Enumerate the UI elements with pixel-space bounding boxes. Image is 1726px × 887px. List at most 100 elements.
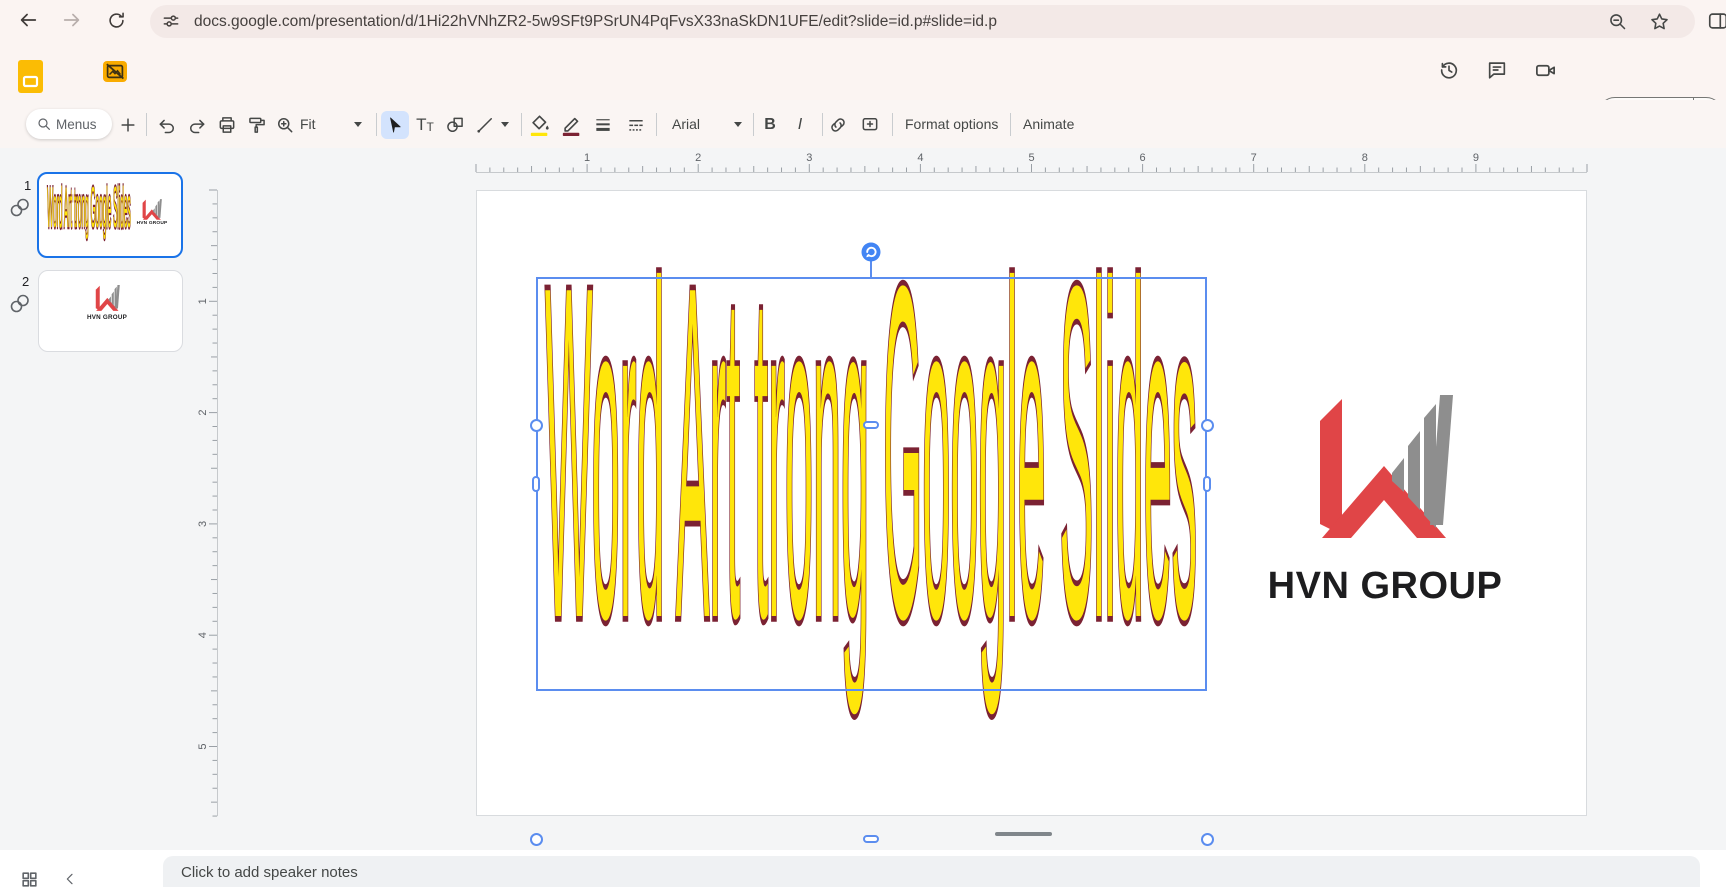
selection-handle-top-middle[interactable] xyxy=(863,421,879,429)
selection-handle-top-right[interactable] xyxy=(1200,418,1214,432)
paint-format-button[interactable] xyxy=(243,111,271,139)
text-box-button[interactable]: TT xyxy=(411,111,439,139)
speaker-notes-input[interactable]: Click to add speaker notes xyxy=(163,856,1700,887)
border-weight-button[interactable] xyxy=(589,111,617,139)
zoom-dropdown[interactable] xyxy=(354,122,362,127)
undo-button[interactable] xyxy=(153,111,181,139)
browser-forward-button[interactable] xyxy=(59,7,85,33)
status-badge xyxy=(103,61,127,82)
url-text: docs.google.com/presentation/d/1Hi22hVNh… xyxy=(194,13,997,30)
toolbar-divider xyxy=(1010,113,1011,136)
add-comment-button[interactable] xyxy=(856,111,884,139)
side-panel-icon xyxy=(1708,13,1726,29)
rotation-handle-stem xyxy=(870,261,872,278)
svg-text:3: 3 xyxy=(197,521,209,527)
toolbar-divider xyxy=(892,113,893,136)
chevron-left-icon[interactable] xyxy=(62,871,78,887)
cursor-arrow-icon xyxy=(390,117,401,133)
rotation-handle[interactable] xyxy=(860,241,882,263)
vertical-ruler: 1 2 3 4 5 xyxy=(197,189,218,817)
browser-reload-button[interactable] xyxy=(103,7,129,33)
format-options-button[interactable]: Format options xyxy=(905,111,998,138)
workspace: 1 2 3 4 5 6 7 8 9 1 2 3 4 5 1 Word Art trong Google … xyxy=(0,148,1726,850)
google-slides-logo-icon xyxy=(18,60,43,93)
site-settings-button[interactable] xyxy=(158,8,184,34)
svg-text:4: 4 xyxy=(917,152,923,164)
new-slide-button[interactable] xyxy=(114,111,142,139)
comment-add-icon xyxy=(862,118,878,131)
selection-handle-middle-left[interactable] xyxy=(532,476,540,492)
insert-shape-button[interactable] xyxy=(441,111,469,139)
svg-text:8: 8 xyxy=(1362,152,1368,164)
horizontal-scrollbar[interactable] xyxy=(995,832,1052,836)
insert-line-button[interactable] xyxy=(471,111,499,139)
border-dash-button[interactable] xyxy=(622,111,650,139)
svg-text:7: 7 xyxy=(1251,152,1257,164)
slide-thumbnail-1[interactable]: Word Art trong Google Slides HVN GROUP xyxy=(37,172,183,258)
slide-2-number: 2 xyxy=(22,274,30,289)
reload-icon xyxy=(108,12,124,28)
hvn-logo-text[interactable]: HVN GROUP xyxy=(1266,565,1504,608)
border-color-button[interactable] xyxy=(558,111,586,139)
zoom-level-select[interactable]: Fit xyxy=(300,111,316,138)
toolbar-divider xyxy=(656,113,657,136)
svg-text:6: 6 xyxy=(1140,152,1146,164)
grid-view-icon[interactable] xyxy=(20,870,39,887)
font-family-select[interactable]: Arial xyxy=(672,111,700,138)
border-pencil-icon xyxy=(562,117,580,136)
fill-color-button[interactable] xyxy=(526,111,554,139)
plus-icon xyxy=(121,118,135,132)
browser-zoom-out-button[interactable] xyxy=(1604,8,1630,34)
slide-thumbnail-2[interactable]: HVN GROUP xyxy=(38,270,183,352)
browser-chrome: docs.google.com/presentation/d/1Hi22hVNh… xyxy=(0,0,1726,45)
italic-button[interactable]: I xyxy=(786,111,814,139)
link-icon xyxy=(831,118,845,132)
search-icon xyxy=(38,118,50,130)
bookmark-star-button[interactable] xyxy=(1646,8,1672,34)
printer-icon xyxy=(219,117,235,133)
paint-roller-icon xyxy=(249,117,265,133)
undo-icon xyxy=(159,119,174,134)
hvn-logo-mark[interactable] xyxy=(1316,395,1454,539)
selection-handle-bottom-left[interactable] xyxy=(529,832,543,846)
toolbar-divider xyxy=(822,113,823,136)
bold-button[interactable]: B xyxy=(756,111,784,139)
animate-button[interactable]: Animate xyxy=(1023,111,1074,138)
toolbar-search-menus[interactable]: Menus xyxy=(26,109,112,139)
address-bar[interactable]: docs.google.com/presentation/d/1Hi22hVNh… xyxy=(150,5,1695,38)
speaker-notes-bar: Click to add speaker notes xyxy=(0,850,1726,887)
line-dropdown[interactable] xyxy=(501,122,509,127)
bold-icon: B xyxy=(764,116,776,133)
print-button[interactable] xyxy=(213,111,241,139)
font-dropdown[interactable] xyxy=(734,122,742,127)
toolbar-divider xyxy=(376,113,377,136)
svg-text:4: 4 xyxy=(197,632,209,638)
selection-handle-bottom-right[interactable] xyxy=(1200,832,1214,846)
svg-text:2: 2 xyxy=(197,410,209,416)
video-camera-icon xyxy=(1535,64,1555,76)
selection-handle-middle-right[interactable] xyxy=(1203,476,1211,492)
insert-link-button[interactable] xyxy=(824,111,852,139)
zoom-in-icon xyxy=(278,118,293,133)
svg-text:5: 5 xyxy=(1028,152,1034,164)
image-disabled-icon xyxy=(103,61,127,82)
zoom-button[interactable] xyxy=(271,111,299,139)
svg-text:Word Art trong Google Slides: Word Art trong Google Slides xyxy=(47,175,131,240)
text-box-icon: T xyxy=(416,115,427,134)
toolbar-divider xyxy=(146,113,147,136)
zoom-out-icon xyxy=(1609,13,1625,29)
side-panel-button[interactable] xyxy=(1705,8,1726,34)
redo-button[interactable] xyxy=(183,111,211,139)
slides-home-button[interactable] xyxy=(18,60,43,93)
app-header: HVN Saved to Drive File Edit xyxy=(0,44,1726,139)
italic-icon: I xyxy=(797,116,803,133)
comments-button[interactable] xyxy=(1484,57,1510,83)
selection-handle-top-left[interactable] xyxy=(529,418,543,432)
selection-handle-bottom-middle[interactable] xyxy=(863,835,879,843)
meet-call-button[interactable] xyxy=(1532,57,1558,83)
browser-back-button[interactable] xyxy=(15,7,41,33)
shapes-icon xyxy=(447,117,463,132)
version-history-button[interactable] xyxy=(1436,57,1462,83)
select-tool-button[interactable] xyxy=(381,111,409,139)
selection-box[interactable] xyxy=(536,277,1207,691)
